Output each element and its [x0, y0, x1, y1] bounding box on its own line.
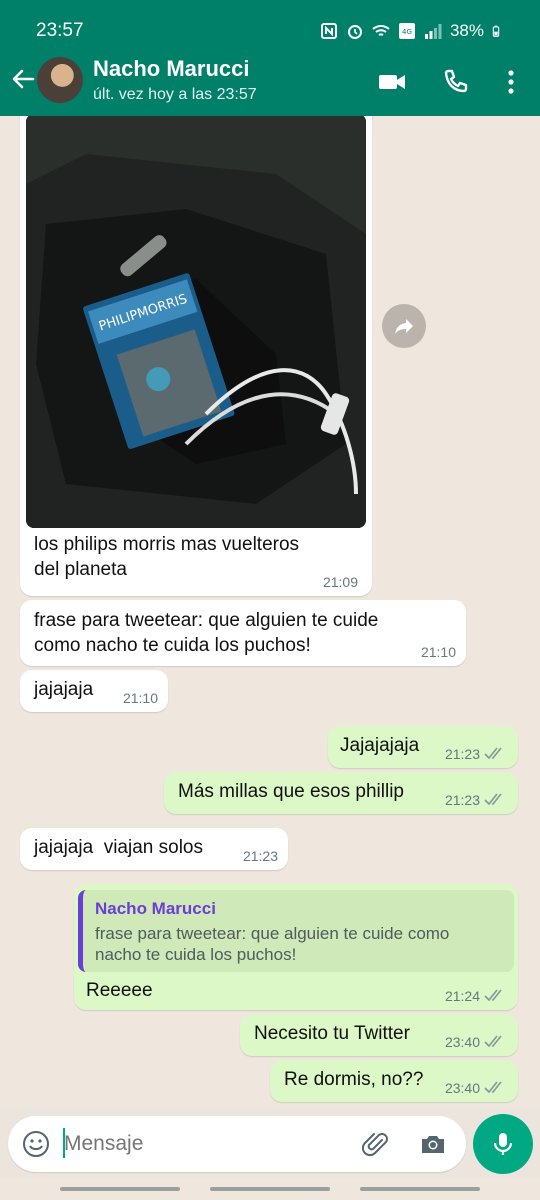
alarm-icon — [347, 25, 362, 39]
message-time: 21:23 — [444, 792, 480, 808]
caption-line: los philips morris mas vuelteros — [34, 534, 300, 555]
nav-back[interactable] — [360, 1187, 480, 1191]
message-time-status: 23:40 — [445, 1080, 506, 1096]
message-bubble[interactable]: frase para tweetear: que alguien te cuid… — [20, 600, 466, 666]
message-bubble[interactable]: jajajaja 21:10 — [20, 670, 168, 712]
status-icons: 4G 38% — [320, 21, 504, 41]
camera-icon[interactable] — [419, 1130, 447, 1158]
photo[interactable]: PHILIPMORRIS — [26, 116, 366, 528]
quoted-line: frase para tweetear: que alguien te cuid… — [95, 924, 450, 943]
message-bubble[interactable]: jajajaja viajan solos 21:23 — [20, 828, 288, 870]
message-bubble[interactable]: Jajajajaja 21:23 — [328, 726, 518, 768]
nav-recents[interactable] — [60, 1187, 180, 1191]
attach-icon[interactable] — [362, 1130, 390, 1158]
contact-name[interactable]: Nacho Marucci — [93, 56, 250, 82]
read-ticks-icon — [484, 1081, 502, 1094]
message-time: 21:10 — [420, 644, 456, 660]
message-bubble[interactable]: Necesito tu Twitter 23:40 — [240, 1014, 518, 1056]
chat-area[interactable]: PHILIPMORRIS los philips morris mas vuel… — [0, 116, 540, 1106]
signal-icon — [424, 24, 442, 39]
message-time: 23:40 — [444, 1034, 480, 1050]
message-text: Necesito tu Twitter — [254, 1023, 410, 1044]
app-bar: Nacho Marucci últ. vez hoy a las 23:57 — [0, 52, 540, 112]
read-ticks-icon — [484, 989, 502, 1002]
message-text: jajajaja viajan solos — [34, 837, 203, 858]
message-time-status: 21:24 — [445, 988, 506, 1004]
voice-message-button[interactable] — [473, 1114, 533, 1174]
wifi-icon — [372, 25, 390, 36]
message-time: 23:40 — [444, 1080, 480, 1096]
read-ticks-icon — [484, 1035, 502, 1048]
message-text: Re dormis, no?? — [284, 1069, 424, 1090]
message-time: 21:10 — [122, 690, 158, 706]
voice-call-icon[interactable] — [442, 68, 470, 96]
forward-button[interactable] — [382, 304, 426, 348]
nav-home[interactable] — [210, 1187, 330, 1191]
quoted-line: nacho te cuida los puchos! — [95, 945, 297, 964]
svg-text:4G: 4G — [402, 28, 412, 36]
more-options-icon[interactable] — [497, 68, 525, 96]
video-call-icon[interactable] — [378, 68, 406, 96]
quoted-author: Nacho Marucci — [95, 899, 216, 918]
system-nav-bar — [0, 1178, 540, 1200]
status-time: 23:57 — [36, 20, 84, 41]
message-time-status: 23:40 — [445, 1034, 506, 1050]
message-line: como nacho te cuida los puchos! — [34, 635, 311, 656]
battery-icon — [492, 25, 500, 37]
caption-line: del planeta — [34, 559, 127, 580]
avatar[interactable] — [37, 57, 83, 103]
message-time: 21:23 — [242, 848, 278, 864]
message-time-status: 21:23 — [445, 792, 506, 808]
nfc-icon — [320, 23, 337, 39]
read-ticks-icon — [484, 793, 502, 806]
status-bar: 23:57 4G 38% — [36, 18, 504, 44]
message-text: Más millas que esos phillip — [178, 781, 404, 802]
message-composer — [8, 1116, 466, 1172]
volte-icon: 4G — [398, 23, 415, 39]
message-text: jajajaja — [34, 679, 94, 700]
message-time: 21:23 — [444, 746, 480, 762]
message-time: 21:09 — [322, 574, 358, 590]
battery-percent: 38% — [449, 21, 484, 40]
last-seen: últ. vez hoy a las 23:57 — [93, 86, 257, 103]
message-text: Jajajajaja — [340, 735, 420, 756]
message-bubble[interactable]: Más millas que esos phillip 21:23 — [164, 772, 518, 814]
message-text: frase para tweetear: que alguien te cuid… — [34, 608, 378, 658]
quoted-message[interactable]: Nacho Marucci frase para tweetear: que a… — [78, 890, 514, 972]
quoted-text: frase para tweetear: que alguien te cuid… — [95, 923, 502, 965]
message-time: 21:24 — [444, 988, 480, 1004]
message-time-status: 21:23 — [445, 746, 506, 762]
chat-header: 23:57 4G 38% Nacho Marucci últ. vez hoy … — [0, 0, 540, 116]
message-input[interactable] — [64, 1130, 344, 1158]
message-text: Reeeee — [86, 980, 153, 1001]
image-message[interactable]: PHILIPMORRIS los philips morris mas vuel… — [20, 116, 372, 596]
read-ticks-icon — [484, 747, 502, 760]
message-line: frase para tweetear: que alguien te cuid… — [34, 610, 379, 631]
image-caption: los philips morris mas vuelteros del pla… — [34, 532, 299, 582]
microphone-icon — [493, 1133, 513, 1155]
emoji-icon[interactable] — [22, 1130, 50, 1158]
photo-cigarette-pack: PHILIPMORRIS — [26, 116, 366, 528]
reply-message[interactable]: Nacho Marucci frase para tweetear: que a… — [74, 884, 518, 1010]
forward-icon — [395, 319, 413, 334]
back-arrow-icon[interactable] — [10, 66, 36, 92]
message-bubble[interactable]: Re dormis, no?? 23:40 — [270, 1060, 518, 1102]
